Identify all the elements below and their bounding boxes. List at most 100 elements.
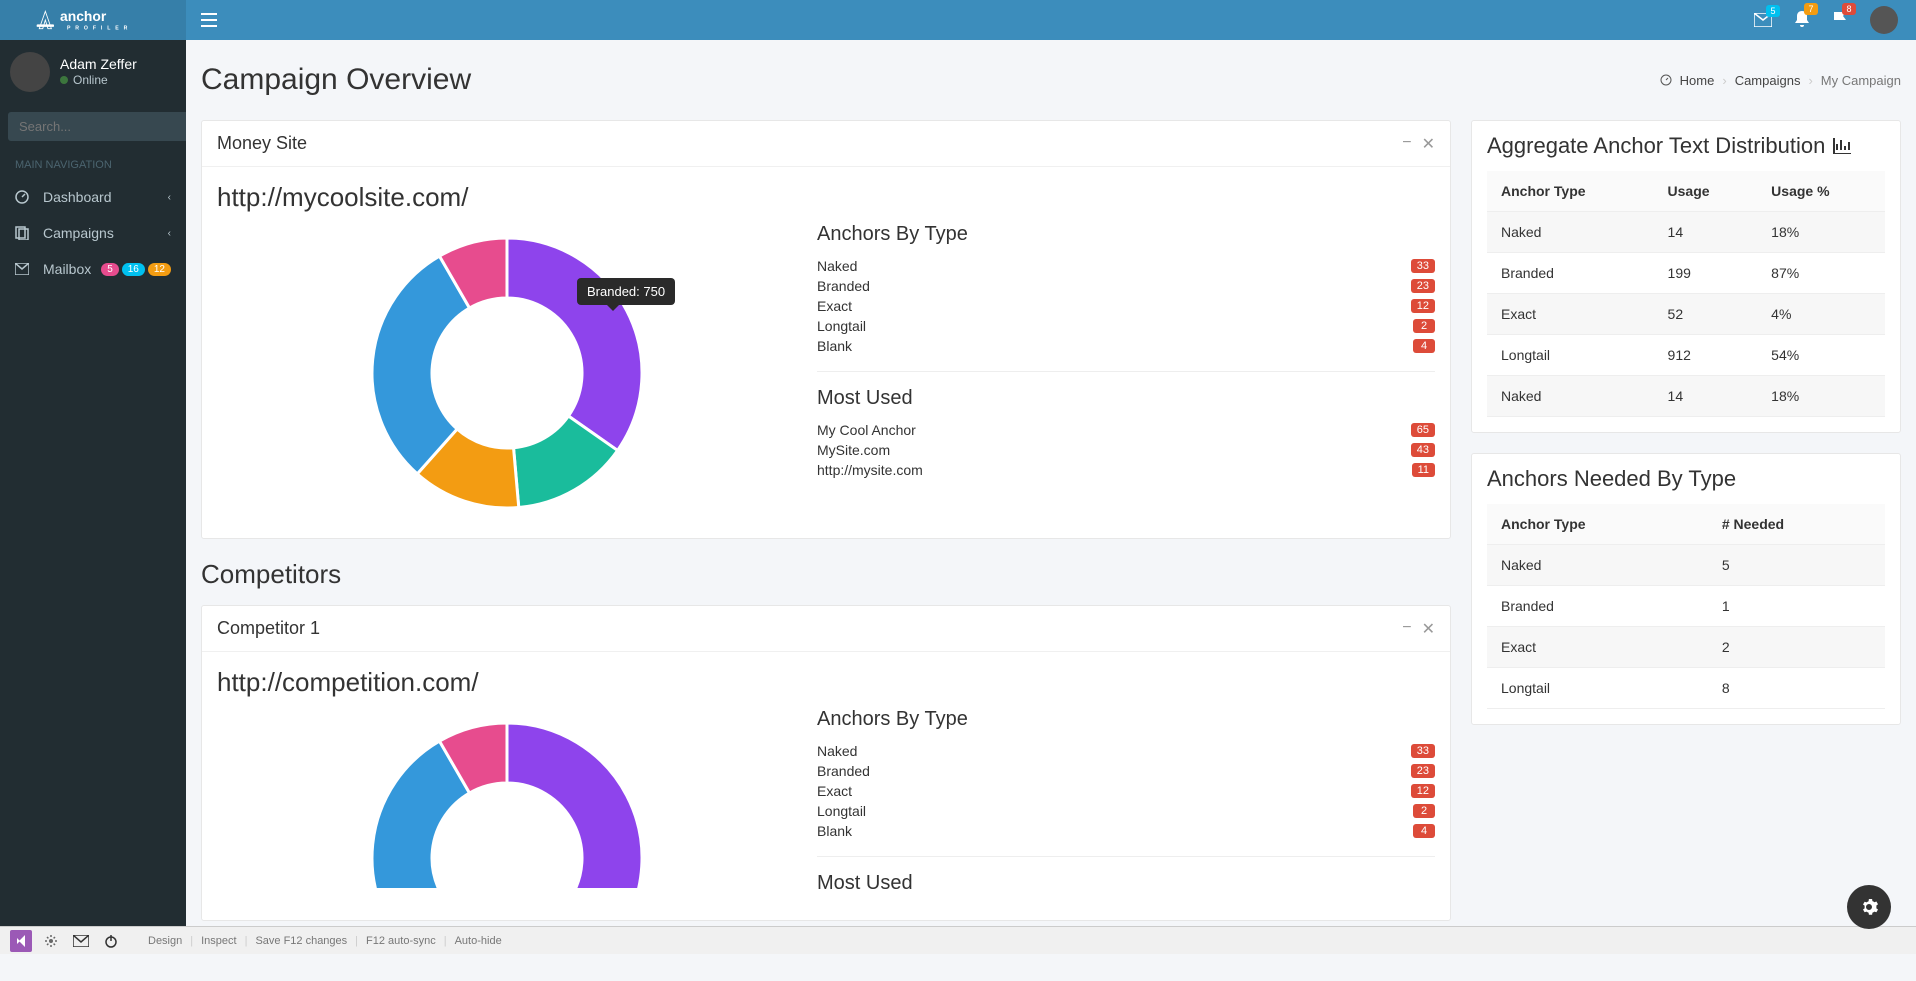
content: Campaign Overview Home › Campaigns › My … xyxy=(186,40,1916,981)
anchor-row: Branded23 xyxy=(817,276,1435,296)
table-row: Exact524% xyxy=(1487,294,1885,335)
mail-icon[interactable]: 5 xyxy=(1754,13,1772,27)
dashboard-icon xyxy=(15,190,33,204)
competitor-box: Competitor 1 − ✕ http://competition.com/… xyxy=(201,605,1451,921)
anchor-count-badge: 23 xyxy=(1411,764,1435,778)
tray-inspect[interactable]: Inspect xyxy=(201,935,236,947)
nav-label: Mailbox xyxy=(43,261,91,277)
tray-design[interactable]: Design xyxy=(148,935,182,947)
search-input[interactable] xyxy=(8,112,186,141)
aggregate-box: Aggregate Anchor Text Distribution Ancho… xyxy=(1471,120,1901,433)
table-row: Naked1418% xyxy=(1487,376,1885,417)
anchor-label: Exact xyxy=(817,783,1411,799)
tray-save[interactable]: Save F12 changes xyxy=(255,935,347,947)
anchor-label: Branded xyxy=(817,278,1411,294)
nav-label: Dashboard xyxy=(43,189,112,205)
close-icon[interactable]: ✕ xyxy=(1422,134,1435,154)
anchor-label: Blank xyxy=(817,823,1413,839)
anchor-row: Naked33 xyxy=(817,741,1435,761)
breadcrumb: Home › Campaigns › My Campaign xyxy=(1660,73,1901,88)
needed-table: Anchor Type # Needed Naked5Branded1Exact… xyxy=(1487,504,1885,709)
nav-campaigns[interactable]: Campaigns ‹ xyxy=(0,215,186,251)
logo[interactable]: anchor P R O F I L E R xyxy=(0,0,186,40)
anchor-count-badge: 2 xyxy=(1413,319,1435,333)
most-used-title: Most Used xyxy=(817,387,1435,410)
anchor-label: Longtail xyxy=(817,318,1413,334)
anchor-count-badge: 12 xyxy=(1411,299,1435,313)
power-icon[interactable] xyxy=(100,930,122,952)
nav-dashboard[interactable]: Dashboard ‹ xyxy=(0,179,186,215)
chevron-left-icon: ‹ xyxy=(168,228,171,239)
user-name: Adam Zeffer xyxy=(60,56,137,73)
svg-text:anchor: anchor xyxy=(60,8,107,24)
flag-badge: 8 xyxy=(1842,3,1856,15)
tray-sync[interactable]: F12 auto-sync xyxy=(366,935,436,947)
breadcrumb-campaigns[interactable]: Campaigns xyxy=(1735,73,1801,88)
needed-box: Anchors Needed By Type Anchor Type # Nee… xyxy=(1471,453,1901,725)
chevron-left-icon: ‹ xyxy=(168,192,171,203)
anchor-row: Longtail2 xyxy=(817,801,1435,821)
box-title: Competitor 1 xyxy=(217,618,320,639)
anchor-count-badge: 12 xyxy=(1411,784,1435,798)
gear-icon[interactable] xyxy=(40,930,62,952)
aggregate-title: Aggregate Anchor Text Distribution xyxy=(1487,133,1825,159)
tray-autohide[interactable]: Auto-hide xyxy=(455,935,502,947)
collapse-icon[interactable]: − xyxy=(1402,134,1411,154)
donut-chart xyxy=(217,708,797,888)
site-url: http://competition.com/ xyxy=(217,667,1435,698)
anchor-row: http://mysite.com11 xyxy=(817,460,1435,480)
svg-text:P R O F I L E R: P R O F I L E R xyxy=(67,26,129,32)
site-url: http://mycoolsite.com/ xyxy=(217,182,1435,213)
user-avatar[interactable] xyxy=(10,52,50,92)
breadcrumb-home[interactable]: Home xyxy=(1680,73,1715,88)
bell-icon[interactable]: 7 xyxy=(1794,11,1810,29)
breadcrumb-current: My Campaign xyxy=(1821,73,1901,88)
anchor-label: Branded xyxy=(817,763,1411,779)
most-used-title: Most Used xyxy=(817,872,1435,895)
anchor-row: Naked33 xyxy=(817,256,1435,276)
sidebar: Adam Zeffer Online MAIN NAVIGATION Dashb… xyxy=(0,40,186,954)
copy-icon xyxy=(15,226,33,240)
anchor-row: Blank4 xyxy=(817,821,1435,841)
anchor-row: Branded23 xyxy=(817,761,1435,781)
anchor-label: http://mysite.com xyxy=(817,462,1412,478)
sidebar-toggle[interactable] xyxy=(186,13,232,27)
table-row: Naked1418% xyxy=(1487,212,1885,253)
th: Anchor Type xyxy=(1487,504,1708,545)
nav-label: Campaigns xyxy=(43,225,114,241)
settings-fab[interactable] xyxy=(1847,885,1891,929)
envelope-icon[interactable] xyxy=(70,930,92,952)
collapse-icon[interactable]: − xyxy=(1402,619,1411,639)
donut-slice[interactable] xyxy=(507,723,642,888)
user-avatar-top[interactable] xyxy=(1870,6,1898,34)
competitors-title: Competitors xyxy=(201,559,1451,590)
anchor-label: Longtail xyxy=(817,803,1413,819)
bell-badge: 7 xyxy=(1804,3,1818,15)
nav-badge: 16 xyxy=(122,263,145,276)
envelope-icon xyxy=(15,263,33,275)
th: Usage xyxy=(1654,171,1758,212)
chart-tooltip: Branded: 750 xyxy=(577,278,675,305)
anchor-count-badge: 4 xyxy=(1413,824,1435,838)
anchors-by-type-title: Anchors By Type xyxy=(817,708,1435,731)
anchor-count-badge: 65 xyxy=(1411,423,1435,437)
anchor-row: My Cool Anchor65 xyxy=(817,420,1435,440)
anchor-label: Naked xyxy=(817,258,1411,274)
anchor-label: Blank xyxy=(817,338,1413,354)
user-panel: Adam Zeffer Online xyxy=(0,40,186,104)
dashboard-icon xyxy=(1660,74,1672,86)
vs-icon[interactable] xyxy=(10,930,32,952)
chevron-right-icon: › xyxy=(1808,73,1812,88)
anchor-count-badge: 23 xyxy=(1411,279,1435,293)
mail-badge: 5 xyxy=(1766,5,1780,17)
nav-badge: 12 xyxy=(148,263,171,276)
nav-mailbox[interactable]: Mailbox 5 16 12 xyxy=(0,251,186,287)
topbar: anchor P R O F I L E R 5 7 8 xyxy=(0,0,1916,40)
page-title: Campaign Overview xyxy=(201,63,471,97)
anchor-count-badge: 33 xyxy=(1411,744,1435,758)
anchor-row: Exact12 xyxy=(817,781,1435,801)
anchor-count-badge: 11 xyxy=(1412,463,1435,477)
table-row: Branded1 xyxy=(1487,586,1885,627)
close-icon[interactable]: ✕ xyxy=(1422,619,1435,639)
flag-icon[interactable]: 8 xyxy=(1832,11,1848,29)
